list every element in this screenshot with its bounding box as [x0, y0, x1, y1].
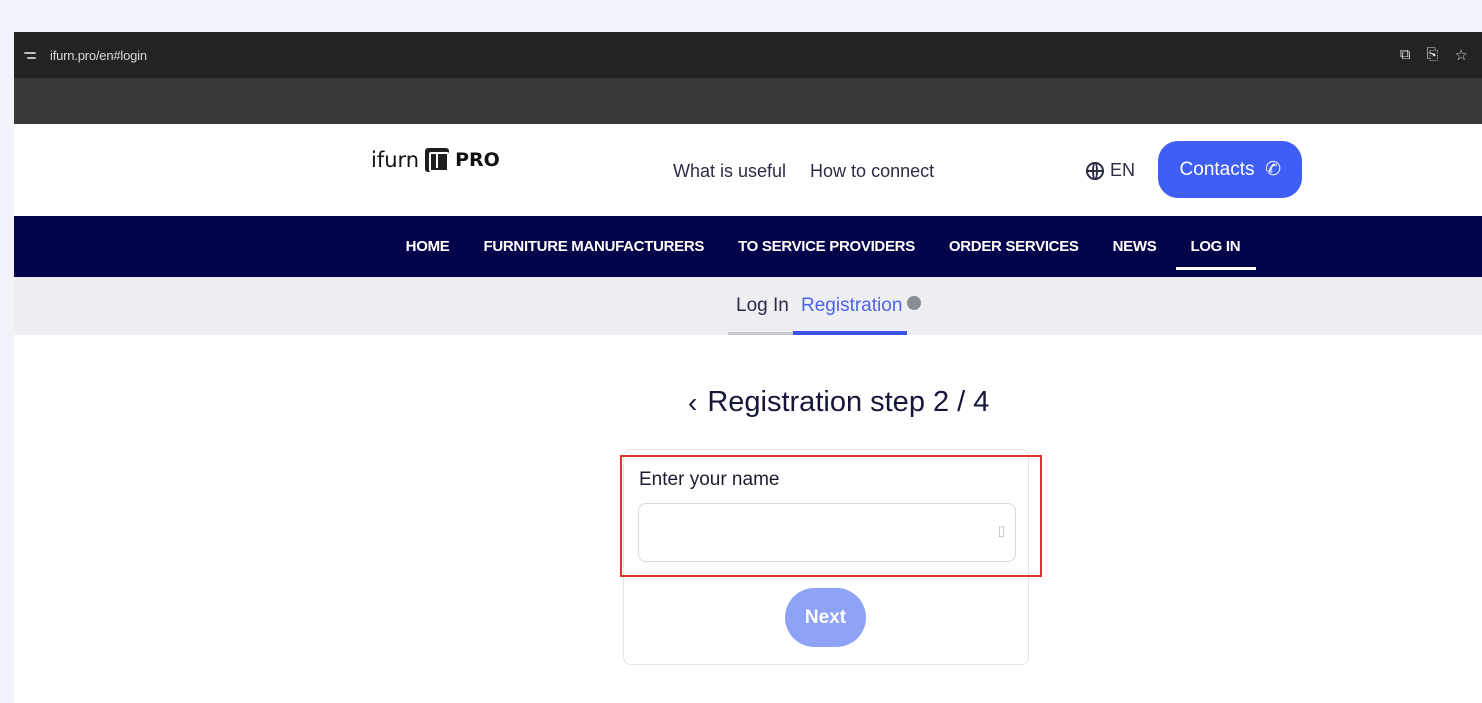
bookmark-star-icon[interactable]: ☆	[1455, 46, 1468, 64]
name-input[interactable]	[638, 503, 1016, 562]
link-what-is-useful[interactable]: What is useful	[673, 161, 786, 182]
nav-item-news[interactable]: NEWS	[1111, 232, 1159, 261]
next-button[interactable]: Next	[785, 588, 866, 647]
globe-icon	[1086, 161, 1104, 180]
nav-item-log-in[interactable]: LOG IN	[1176, 232, 1257, 270]
nav-item-home[interactable]: HOME	[404, 232, 452, 261]
phone-icon: ✆	[1262, 157, 1283, 182]
url-text[interactable]: ifurn.pro/en#login	[50, 48, 147, 63]
logo-text: ifurn	[371, 148, 420, 172]
logo[interactable]: ifurn PRO	[371, 148, 500, 172]
contacts-label: Contacts	[1179, 158, 1255, 180]
cast-icon[interactable]: ⧉	[1400, 46, 1411, 64]
autofill-icon[interactable]: ⌷	[997, 524, 1006, 541]
contacts-button[interactable]: Contacts ✆	[1158, 141, 1302, 198]
nav-item-order-services[interactable]: ORDER SERVICES	[947, 232, 1081, 261]
auth-tabs: Log In Registration	[14, 277, 1482, 335]
language-label: EN	[1110, 160, 1136, 180]
language-switcher[interactable]: EN	[1086, 160, 1135, 181]
translate-icon[interactable]: ⎘	[1427, 46, 1439, 64]
browser-window: ifurn.pro/en#login ⧉ ⎘ ☆ ifurn PRO What …	[14, 32, 1482, 703]
top-links: What is useful How to connect	[673, 161, 934, 182]
site-header: ifurn PRO What is useful How to connect …	[14, 124, 1482, 216]
address-bar[interactable]: ifurn.pro/en#login ⧉ ⎘ ☆	[14, 32, 1482, 78]
logo-box-icon	[425, 148, 450, 172]
logo-suffix: PRO	[455, 149, 500, 171]
nav-item-service-providers[interactable]: TO SERVICE PROVIDERS	[736, 232, 917, 261]
tab-registration[interactable]: Registration	[801, 295, 902, 317]
address-bar-actions: ⧉ ⎘ ☆	[1400, 46, 1468, 64]
name-field-label: Enter your name	[639, 469, 780, 490]
tab-login[interactable]: Log In	[736, 295, 789, 317]
site-settings-icon[interactable]	[24, 47, 40, 63]
info-icon[interactable]	[907, 296, 921, 310]
back-chevron-icon[interactable]: ‹	[688, 387, 697, 419]
registration-heading: ‹ Registration step 2 / 4	[688, 386, 989, 419]
browser-toolbar-strip	[14, 78, 1482, 124]
tab-login-underline	[728, 332, 794, 335]
registration-title: Registration step 2 / 4	[707, 386, 990, 418]
link-how-to-connect[interactable]: How to connect	[810, 161, 934, 182]
main-nav: HOME FURNITURE MANUFACTURERS TO SERVICE …	[14, 216, 1482, 277]
nav-item-furniture-manufacturers[interactable]: FURNITURE MANUFACTURERS	[481, 232, 706, 261]
tab-registration-underline	[793, 331, 907, 335]
